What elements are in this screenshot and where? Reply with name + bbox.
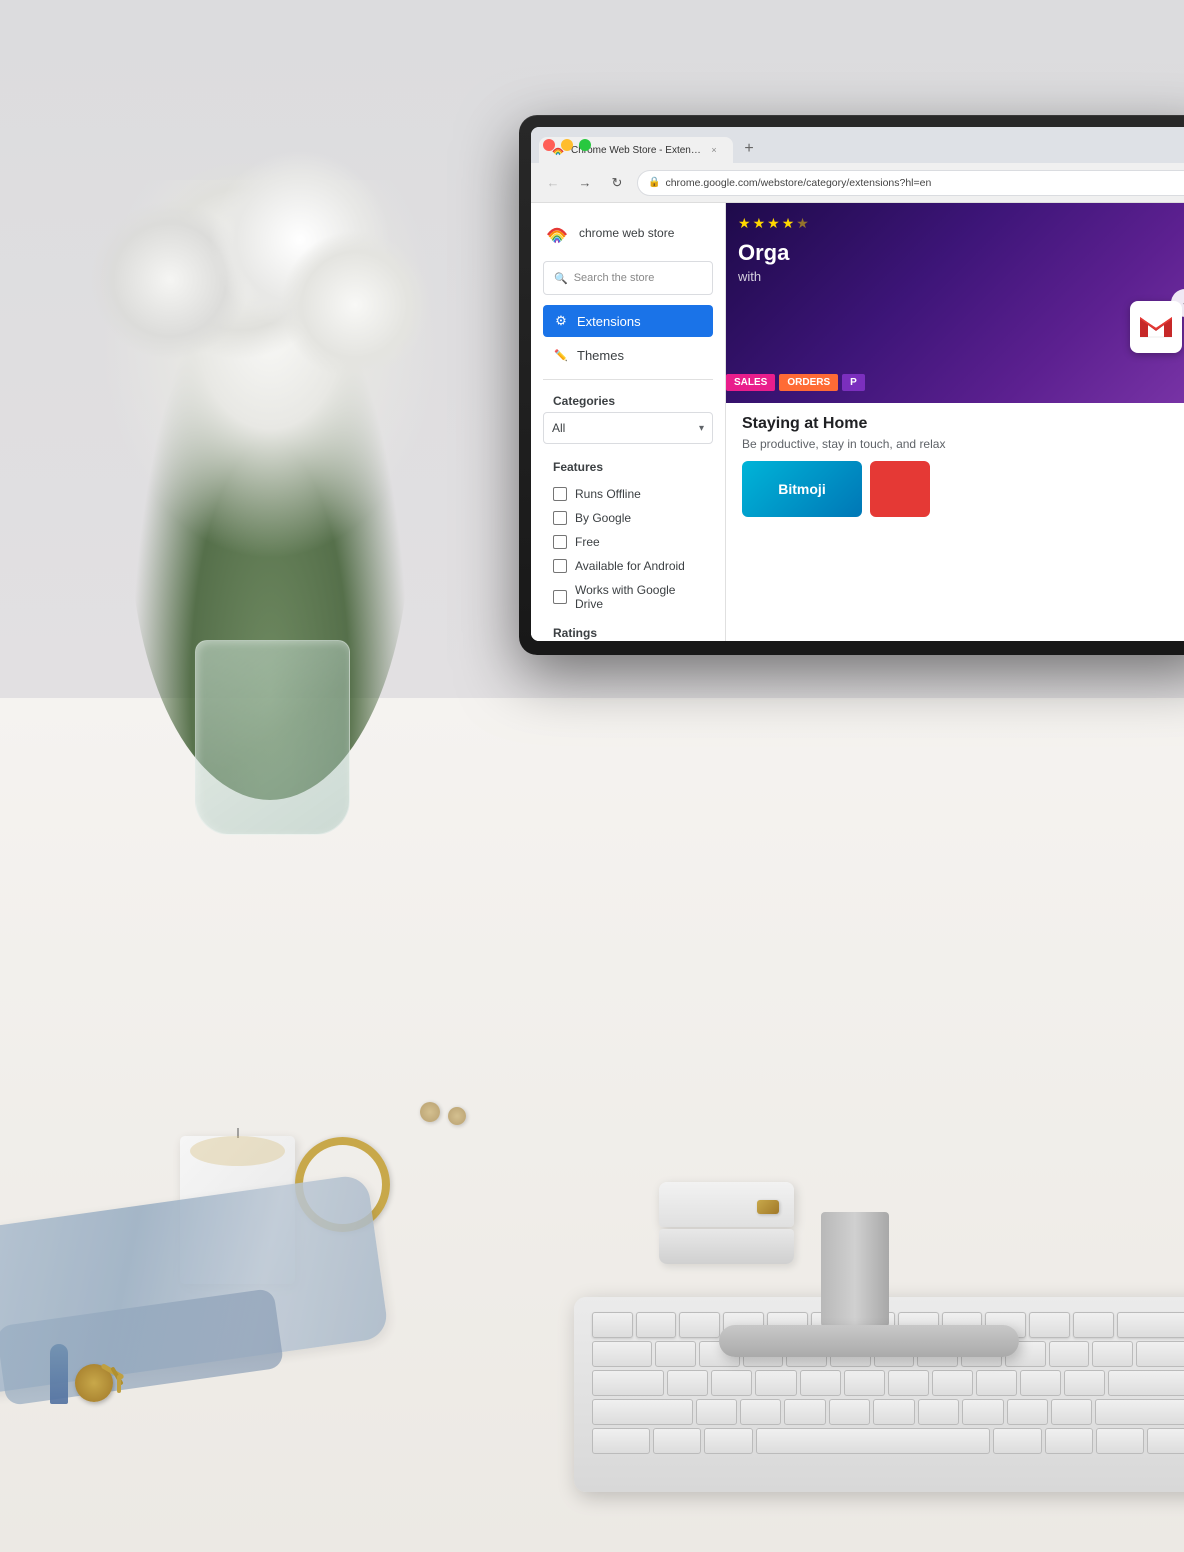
- window-controls: [543, 139, 591, 151]
- tab-bar: Chrome Web Store - Extension × +: [531, 127, 1184, 163]
- cws-logo-text: chrome web store: [579, 226, 674, 240]
- sidebar-divider: [543, 379, 713, 380]
- categories-title: Categories: [543, 388, 713, 412]
- ratings-section: Ratings ★ ★ ★ ★ ★ & up: [543, 620, 713, 641]
- bitmoji-label: Bitmoji: [778, 481, 825, 497]
- banner-headline: Orga: [738, 241, 789, 265]
- banner-with-text: with: [738, 269, 789, 284]
- runs-offline-label: Runs Offline: [575, 487, 641, 501]
- browser-window: Chrome Web Store - Extension × + ←: [531, 127, 1184, 641]
- monitor-body: Chrome Web Store - Extension × + ←: [519, 115, 1184, 655]
- works-google-drive-checkbox[interactable]: [553, 590, 567, 604]
- maximize-button[interactable]: [579, 139, 591, 151]
- features-section: Features Runs Offline By Google: [543, 454, 713, 616]
- banner-title-area: Orga with: [738, 241, 789, 284]
- app-card-2[interactable]: [870, 461, 930, 517]
- feature-free[interactable]: Free: [543, 530, 713, 554]
- tab-close-button[interactable]: ×: [707, 143, 721, 157]
- new-tab-button[interactable]: +: [735, 135, 763, 163]
- staying-home-subtitle: Be productive, stay in touch, and relax: [742, 437, 1184, 451]
- available-android-checkbox[interactable]: [553, 559, 567, 573]
- app-strip: Bitmoji: [742, 461, 1184, 517]
- category-chevron: ▾: [699, 423, 704, 434]
- feature-by-google[interactable]: By Google: [543, 506, 713, 530]
- lock-icon: 🔒: [648, 177, 660, 188]
- nav-item-themes[interactable]: ✏️ Themes: [543, 339, 713, 371]
- by-google-label: By Google: [575, 511, 631, 525]
- close-button[interactable]: [543, 139, 555, 151]
- earrings: [420, 1102, 440, 1122]
- orders-label: ORDERS: [779, 374, 838, 391]
- sales-label: SALES: [726, 374, 775, 391]
- refresh-button[interactable]: ↻: [605, 171, 629, 195]
- by-google-checkbox[interactable]: [553, 511, 567, 525]
- address-bar-row: ← → ↻ 🔒 chrome.google.com/webstore/categ…: [531, 163, 1184, 203]
- banner-stars: ★ ★ ★ ★ ★: [738, 215, 809, 232]
- free-checkbox[interactable]: [553, 535, 567, 549]
- nav-item-extensions[interactable]: ⚙ Extensions: [543, 305, 713, 337]
- staying-home-section: Staying at Home Be productive, stay in t…: [726, 403, 1184, 525]
- vase: [195, 640, 350, 835]
- minimize-button[interactable]: [561, 139, 573, 151]
- themes-label: Themes: [577, 348, 624, 363]
- free-label: Free: [575, 535, 600, 549]
- monitor-base: [719, 1325, 1019, 1357]
- cws-sidebar: chrome web store 🔍 Search the store ⚙ E: [531, 203, 726, 641]
- cws-logo: chrome web store: [543, 219, 713, 247]
- feature-available-android[interactable]: Available for Android: [543, 554, 713, 578]
- category-select[interactable]: All ▾: [543, 412, 713, 444]
- banner-labels: SALES ORDERS P: [726, 374, 865, 391]
- feature-works-google-drive[interactable]: Works with Google Drive: [543, 578, 713, 616]
- url-text: chrome.google.com/webstore/category/exte…: [665, 177, 931, 189]
- address-field[interactable]: 🔒 chrome.google.com/webstore/category/ex…: [637, 170, 1184, 196]
- browser-content: chrome web store 🔍 Search the store ⚙ E: [531, 203, 1184, 641]
- available-android-label: Available for Android: [575, 559, 685, 573]
- categories-section: Categories All ▾: [543, 388, 713, 444]
- search-bar[interactable]: 🔍 Search the store: [543, 261, 713, 295]
- keys: [75, 1364, 113, 1402]
- forward-button[interactable]: →: [573, 171, 597, 195]
- search-placeholder: Search the store: [574, 272, 655, 284]
- cws-logo-icon: [543, 219, 571, 247]
- features-title: Features: [543, 454, 713, 478]
- monitor-screen: Chrome Web Store - Extension × + ←: [531, 127, 1184, 641]
- banner-bg: [726, 203, 1184, 403]
- p-label: P: [842, 374, 865, 391]
- ratings-title: Ratings: [543, 620, 713, 641]
- category-selected: All: [552, 421, 565, 435]
- monitor-neck: [821, 1212, 889, 1327]
- background-scene: Chrome Web Store - Extension × + ←: [0, 0, 1184, 1552]
- cws-main-content: ★ ★ ★ ★ ★ Orga with: [726, 203, 1184, 641]
- works-google-drive-label: Works with Google Drive: [575, 583, 703, 611]
- runs-offline-checkbox[interactable]: [553, 487, 567, 501]
- extensions-label: Extensions: [577, 314, 641, 329]
- search-icon: 🔍: [554, 272, 568, 285]
- featured-banner: ★ ★ ★ ★ ★ Orga with: [726, 203, 1184, 403]
- back-button[interactable]: ←: [541, 171, 565, 195]
- staying-home-title: Staying at Home: [742, 415, 1184, 433]
- extensions-icon: ⚙: [553, 313, 569, 329]
- stapler: [659, 1182, 794, 1257]
- feature-runs-offline[interactable]: Runs Offline: [543, 482, 713, 506]
- themes-icon: ✏️: [553, 347, 569, 363]
- bitmoji-card[interactable]: Bitmoji: [742, 461, 862, 517]
